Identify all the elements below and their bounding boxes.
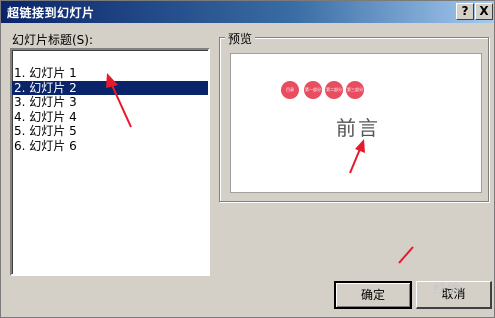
list-item-slide-2[interactable]: 2. 幻灯片 2 bbox=[12, 80, 208, 95]
ok-button[interactable]: 确定 bbox=[334, 281, 412, 309]
preview-label: 预览 bbox=[225, 30, 256, 47]
slide-titles-label: 幻灯片标题(S): bbox=[12, 33, 94, 47]
hyperlink-to-slide-dialog: 超链接到幻灯片 ? X 幻灯片标题(S): 1. 幻灯片 1 2. 幻灯片 2 … bbox=[0, 0, 495, 318]
help-button[interactable]: ? bbox=[456, 3, 474, 20]
nav-circle-part-2: 第二部分 bbox=[325, 81, 343, 99]
list-item-slide-6[interactable]: 6. 幻灯片 6 bbox=[12, 139, 208, 154]
nav-circle-part-3: 第三部分 bbox=[346, 81, 364, 99]
nav-circle-toc: 目录 bbox=[281, 81, 299, 99]
annotation-arrow-ok bbox=[398, 246, 414, 264]
list-item-slide-5[interactable]: 5. 幻灯片 5 bbox=[12, 124, 208, 139]
list-item-slide-4[interactable]: 4. 幻灯片 4 bbox=[12, 110, 208, 125]
preview-slide-title: 前言 bbox=[336, 116, 380, 140]
close-button[interactable]: X bbox=[475, 3, 493, 20]
list-item-slide-1[interactable]: 1. 幻灯片 1 bbox=[12, 66, 208, 81]
slide-preview: 目录 第一部分 第二部分 第三部分 前言 bbox=[230, 53, 482, 193]
nav-circle-part-1: 第一部分 bbox=[304, 81, 322, 99]
watermark: 经验 bbox=[433, 282, 462, 297]
dialog-title: 超链接到幻灯片 bbox=[7, 6, 95, 20]
list-item-slide-3[interactable]: 3. 幻灯片 3 bbox=[12, 95, 208, 110]
title-bar: 超链接到幻灯片 ? X bbox=[1, 1, 494, 23]
slide-titles-listbox[interactable]: 1. 幻灯片 1 2. 幻灯片 2 3. 幻灯片 3 4. 幻灯片 4 5. 幻… bbox=[10, 48, 210, 276]
